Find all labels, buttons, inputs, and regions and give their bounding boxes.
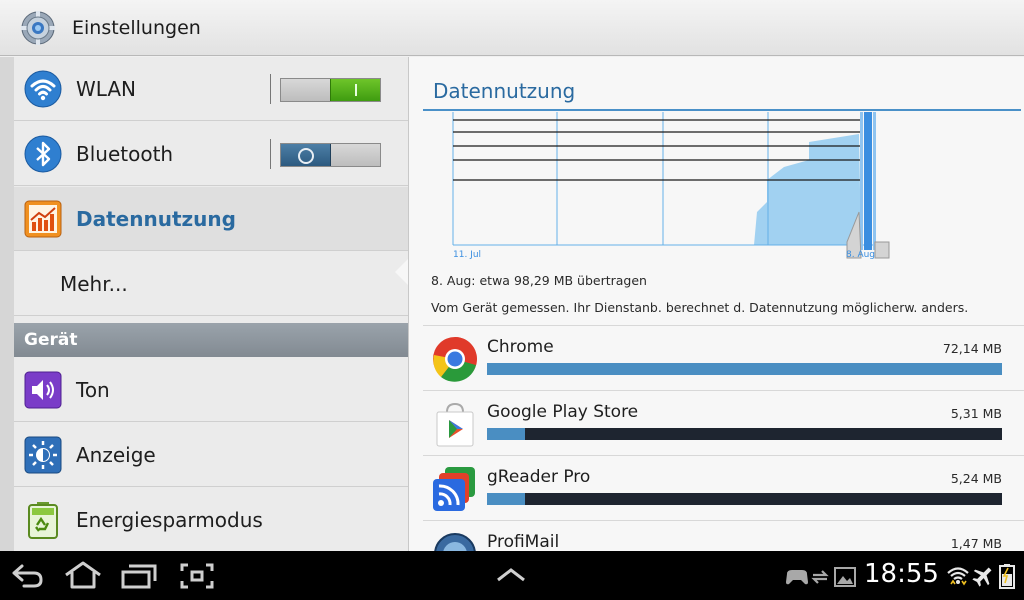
pane-title: Datennutzung [433, 79, 576, 103]
sidebar-item-label: Anzeige [76, 442, 156, 467]
sidebar-item-bluetooth[interactable]: Bluetooth [14, 122, 408, 186]
sound-icon [24, 371, 62, 408]
sidebar-item-label: Datennutzung [76, 206, 236, 231]
app-name: Google Play Store [487, 402, 639, 422]
section-header-device: Gerät [14, 323, 408, 357]
display-icon [24, 436, 62, 473]
page-title: Einstellungen [72, 16, 201, 39]
app-data-size: 5,31 MB [950, 406, 1002, 421]
toggle-divider [270, 139, 271, 169]
wifi-signal-icon [947, 567, 969, 586]
list-edge [0, 57, 14, 551]
usage-bar-fill [487, 493, 525, 505]
toggle-knob-off [281, 144, 331, 166]
profimail-icon [434, 533, 476, 551]
data-usage-pane: Datennutzung 11. Jul 8. Aug 8. Aug: etwa… [409, 57, 1024, 551]
app-usage-row[interactable]: ProfiMail 1,47 MB [423, 520, 1024, 551]
battery-recycle-icon [28, 501, 58, 539]
sidebar-item-sound[interactable]: Ton [14, 358, 408, 422]
app-usage-row[interactable]: gReader Pro 5,24 MB [423, 455, 1024, 520]
app-name: Chrome [487, 337, 554, 357]
airplane-mode-icon [972, 567, 992, 587]
sidebar-item-label: Energiesparmodus [76, 507, 263, 532]
sync-icon [811, 570, 829, 584]
title-divider [423, 109, 1021, 111]
recent-apps-icon[interactable] [120, 563, 158, 589]
settings-list: WLAN Bluetooth Datennutzung Mehr... Gerä… [0, 57, 409, 551]
sidebar-item-data-usage[interactable]: Datennutzung [14, 187, 408, 251]
game-controller-icon [786, 570, 808, 585]
bluetooth-toggle[interactable] [280, 143, 381, 167]
chart-end-label: 8. Aug [846, 250, 875, 260]
app-name: ProfiMail [487, 532, 560, 551]
app-data-size: 5,24 MB [950, 471, 1002, 486]
back-icon[interactable] [10, 563, 44, 589]
sidebar-item-wlan[interactable]: WLAN [14, 57, 408, 121]
sidebar-item-label: Ton [76, 377, 110, 402]
data-usage-chart[interactable]: 11. Jul 8. Aug [429, 112, 1019, 262]
usage-bar-fill [487, 363, 1002, 375]
up-arrow-icon[interactable] [495, 567, 527, 583]
sidebar-item-label: Bluetooth [76, 141, 174, 166]
home-icon[interactable] [63, 561, 103, 589]
wifi-icon [24, 70, 62, 107]
usage-summary: 8. Aug: etwa 98,29 MB übertragen [431, 273, 647, 288]
sidebar-item-label: WLAN [76, 76, 137, 101]
data-usage-icon [24, 200, 62, 237]
app-usage-row[interactable]: Google Play Store 5,31 MB [423, 390, 1024, 455]
gallery-icon [834, 567, 856, 587]
usage-bar [487, 428, 1002, 440]
play-store-icon [436, 402, 474, 447]
wlan-toggle[interactable] [280, 78, 381, 102]
toggle-divider [270, 74, 271, 104]
settings-gear-icon[interactable] [20, 10, 56, 46]
measurement-note: Vom Gerät gemessen. Ihr Dienstanb. berec… [431, 300, 969, 315]
sidebar-item-more[interactable]: Mehr... [14, 252, 408, 316]
screenshot-icon[interactable] [180, 563, 214, 589]
bluetooth-icon [24, 135, 62, 172]
usage-bar [487, 363, 1002, 375]
usage-bar-fill [487, 428, 526, 440]
app-usage-row[interactable]: Chrome 72,14 MB [423, 325, 1024, 390]
usage-bar [487, 493, 1002, 505]
sidebar-item-power-saving[interactable]: Energiesparmodus [14, 488, 408, 551]
app-data-size: 1,47 MB [950, 536, 1002, 551]
greader-rss-icon [433, 467, 475, 511]
action-bar: Einstellungen [0, 0, 1024, 56]
sidebar-item-label: Mehr... [60, 271, 128, 296]
toggle-knob-on [330, 79, 380, 101]
battery-charging-icon [999, 564, 1015, 589]
app-data-size: 72,14 MB [942, 341, 1002, 356]
selection-pointer [395, 258, 408, 286]
chart-start-label: 11. Jul [453, 250, 481, 260]
sidebar-item-display[interactable]: Anzeige [14, 423, 408, 487]
app-name: gReader Pro [487, 467, 591, 487]
chrome-icon [433, 337, 477, 382]
status-clock: 18:55 [864, 559, 939, 589]
